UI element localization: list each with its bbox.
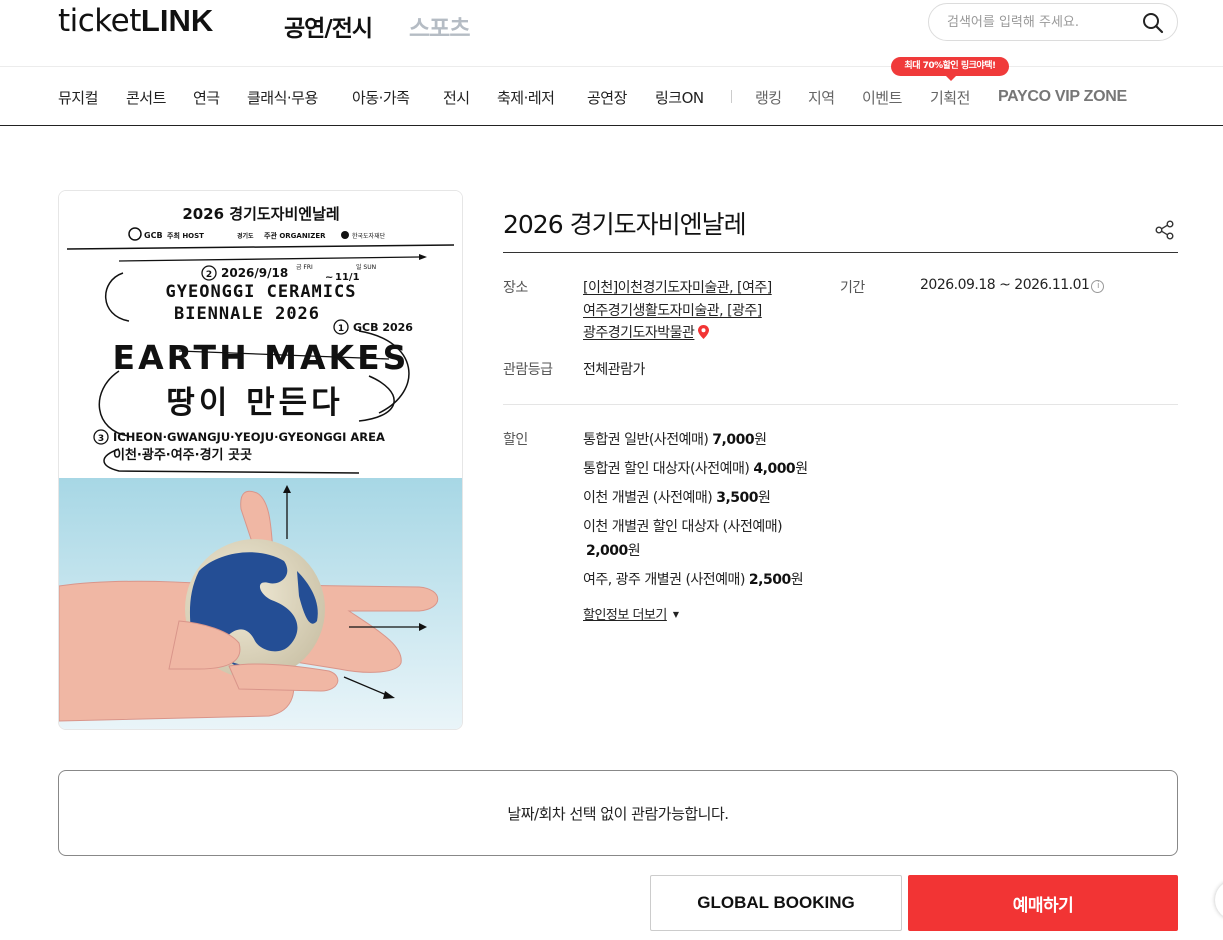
more-discount-link[interactable]: 할인정보 더보기 ▼ <box>583 604 679 623</box>
venue-label: 장소 <box>503 280 528 296</box>
price-unit: 원 <box>790 572 804 588</box>
price-name: 이천 개별권 할인 대상자 (사전예매) <box>583 519 783 535</box>
poster-line-en2: BIENNALE 2026 <box>174 304 320 324</box>
nav-concert[interactable]: 콘서트 <box>126 87 166 108</box>
logo-text-link: LINK <box>140 3 214 38</box>
poster-organizer-org: 한국도자재단 <box>352 232 386 240</box>
kcdf-logo-icon <box>341 231 349 239</box>
floating-button[interactable] <box>1215 880 1223 920</box>
venue-line-3: 광주경기도자박물관 <box>583 322 710 342</box>
poster-artwork: 2026 경기도자비엔날레 GCB 주최 HOST 경기도 주관 ORGANIZ… <box>59 191 462 729</box>
price-amount: 2,000 <box>586 543 628 559</box>
book-button[interactable]: 예매하기 <box>908 875 1178 931</box>
price-amount: 4,000 <box>753 461 796 477</box>
price-row: 통합권 일반(사전예매) 7,000원 <box>583 429 767 449</box>
nav-classic-dance[interactable]: 클래식·무용 <box>247 87 318 108</box>
nav-exhibition[interactable]: 전시 <box>443 87 470 108</box>
poster-date-start: 2026/9/18 <box>221 266 288 280</box>
poster-area-kr: 이천·광주·여주·경기 곳곳 <box>113 447 252 463</box>
poster-num-3: 3 <box>98 434 104 444</box>
search-icon[interactable] <box>1141 11 1165 35</box>
header-divider <box>0 66 1223 67</box>
poster-date-end-day: 일 SUN <box>356 263 376 271</box>
period-label: 기간 <box>840 280 865 296</box>
more-discount-label: 할인정보 더보기 <box>583 608 667 623</box>
nav-festival-leisure[interactable]: 축제·레저 <box>497 87 555 108</box>
poster-gcb: GCB <box>144 231 163 240</box>
nav-link-on[interactable]: 링크ON <box>655 87 704 108</box>
poster-num-1: 1 <box>338 324 344 334</box>
nav-event[interactable]: 이벤트 <box>862 87 902 108</box>
price-row: 이천 개별권 할인 대상자 (사전예매) <box>583 516 783 536</box>
poster-headline-kr: 땅이 만든다 <box>166 385 343 421</box>
logo-text-ticket: ticket <box>58 3 141 39</box>
price-row: 통합권 할인 대상자(사전예매) 4,000원 <box>583 458 808 478</box>
search-input[interactable] <box>947 12 1132 32</box>
price-row: 이천 개별권 (사전예매) 3,500원 <box>583 487 771 507</box>
poster-gcb-year: GCB 2026 <box>353 321 413 334</box>
nav-payco-vip-zone[interactable]: PAYCO VIP ZONE <box>998 88 1127 106</box>
venue-link-line-3[interactable]: 광주경기도자박물관 <box>583 325 695 341</box>
no-date-selection-notice: 날짜/회차 선택 없이 관람가능합니다. <box>58 770 1178 856</box>
poster-host-label: 주최 HOST <box>167 231 204 240</box>
share-icon[interactable] <box>1154 219 1176 241</box>
nav-divider <box>731 90 732 103</box>
dropdown-triangle-icon: ▼ <box>672 610 679 619</box>
nav-kids-family[interactable]: 아동·가족 <box>352 87 410 108</box>
global-booking-button[interactable]: GLOBAL BOOKING <box>650 875 902 931</box>
poster-area-en: ICHEON·GWANGJU·YEOJU·GYEONGGI AREA <box>113 430 385 444</box>
info-divider <box>503 404 1178 405</box>
poster-host-org: 경기도 <box>237 232 254 240</box>
price-name: 통합권 일반(사전예매) <box>583 432 709 448</box>
nav-musical[interactable]: 뮤지컬 <box>58 87 98 108</box>
price-unit: 원 <box>754 432 767 448</box>
venue-link-line-1[interactable]: [이천]이천경기도자미술관, [여주] <box>583 277 772 297</box>
info-icon[interactable]: i <box>1091 280 1105 293</box>
venue-link-line-2[interactable]: 여주경기생활도자미술관, [광주] <box>583 300 762 320</box>
price-name: 이천 개별권 (사전예매) <box>583 490 713 506</box>
period-value: 2026.09.18 ~ 2026.11.01 <box>920 277 1090 293</box>
event-poster: 2026 경기도자비엔날레 GCB 주최 HOST 경기도 주관 ORGANIZ… <box>58 190 463 730</box>
poster-organizer-label: 주관 ORGANIZER <box>264 231 326 240</box>
poster-date-start-day: 금 FRI <box>296 264 313 271</box>
poster-num-2: 2 <box>206 270 212 280</box>
price-name: 여주, 광주 개별권 (사전예매) <box>583 572 745 588</box>
tab-performance-exhibition[interactable]: 공연/전시 <box>284 9 373 43</box>
search-box <box>928 3 1178 41</box>
notice-text: 날짜/회차 선택 없이 관람가능합니다. <box>507 804 729 823</box>
price-amount: 7,000 <box>712 432 755 448</box>
nav-region[interactable]: 지역 <box>808 87 835 108</box>
map-pin-icon[interactable] <box>698 325 710 339</box>
event-title: 2026 경기도자비엔날레 <box>503 210 747 239</box>
nav-bottom-border <box>0 125 1223 126</box>
poster-line-en1: GYEONGGI CERAMICS <box>166 282 357 302</box>
price-amount: 3,500 <box>716 490 759 506</box>
nav-special-exhibition[interactable]: 기획전 <box>930 87 970 108</box>
price-row-continued: 2,000원 <box>582 540 641 560</box>
discount-label: 할인 <box>503 432 528 448</box>
nav-ranking[interactable]: 랭킹 <box>755 87 782 108</box>
price-row: 여주, 광주 개별권 (사전예매) 2,500원 <box>583 569 804 589</box>
poster-title-kr: 2026 경기도자비엔날레 <box>182 205 339 223</box>
promo-badge: 최대 70%할인 링크야택! <box>891 57 1009 81</box>
price-name: 통합권 할인 대상자(사전예매) <box>583 461 750 477</box>
nav-theater[interactable]: 연극 <box>193 87 220 108</box>
price-unit: 원 <box>627 543 641 559</box>
rating-value: 전체관람가 <box>583 362 645 378</box>
nav-venue[interactable]: 공연장 <box>587 87 627 108</box>
ticketlink-logo[interactable]: ticket LINK <box>58 3 213 43</box>
price-unit: 원 <box>795 461 808 477</box>
price-amount: 2,500 <box>748 572 791 588</box>
tab-sports[interactable]: 스포츠 <box>409 9 470 43</box>
title-divider <box>503 252 1178 253</box>
period-row: 2026.09.18 ~ 2026.11.01 i <box>920 277 1105 293</box>
price-unit: 원 <box>758 490 771 506</box>
rating-label: 관람등급 <box>503 362 553 378</box>
